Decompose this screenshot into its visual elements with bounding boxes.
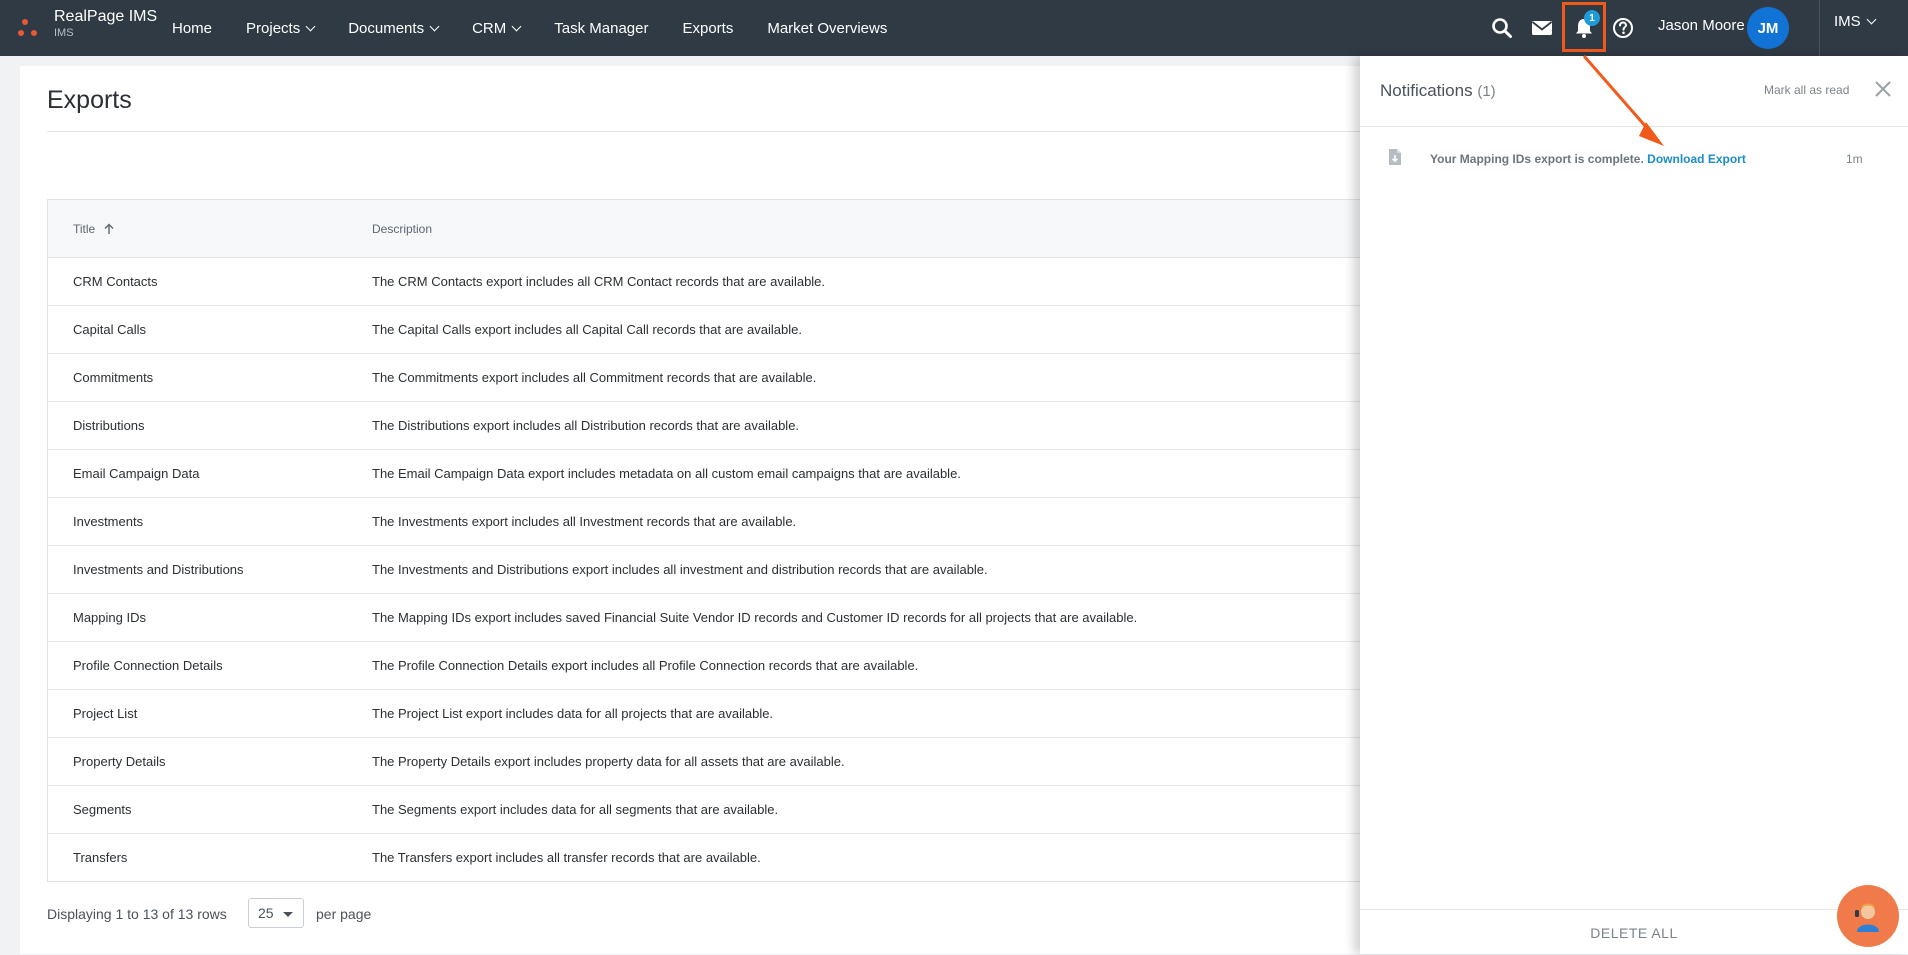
row-title: Transfers — [73, 850, 128, 865]
row-title: Profile Connection Details — [73, 658, 223, 673]
nav-item-task-manager[interactable]: Task Manager — [554, 20, 648, 37]
notification-message: Your Mapping IDs export is complete. Dow… — [1430, 152, 1746, 166]
brand-subtitle: IMS — [54, 27, 74, 39]
notifications-panel: Notifications (1) Mark all as read Your … — [1360, 56, 1908, 954]
row-title: Commitments — [73, 370, 154, 385]
row-description: The Mapping IDs export includes saved Fi… — [372, 610, 1138, 625]
per-page-label: per page — [316, 906, 372, 922]
row-description: The Capital Calls export includes all Ca… — [372, 322, 802, 337]
brand-name: RealPage IMS — [54, 8, 158, 25]
chevron-down-icon — [1866, 14, 1877, 25]
notifications-footer: DELETE ALL — [1360, 909, 1908, 955]
chevron-down-icon — [305, 21, 316, 31]
download-export-link[interactable]: Download Export — [1647, 152, 1746, 166]
search-button[interactable] — [1488, 14, 1516, 42]
row-title: Project List — [73, 706, 138, 721]
nav-item-projects[interactable]: Projects — [246, 20, 316, 37]
row-description: The Distributions export includes all Di… — [372, 418, 800, 433]
per-page-value: 25 — [258, 905, 274, 921]
page-title: Exports — [47, 86, 132, 114]
row-title: Property Details — [73, 754, 166, 769]
table-row[interactable]: Property Details The Property Details exp… — [48, 738, 1421, 786]
chevron-down-icon — [511, 21, 522, 31]
row-title: Email Campaign Data — [73, 466, 200, 481]
row-title: Distributions — [73, 418, 145, 433]
avatar[interactable]: JM — [1747, 7, 1789, 49]
table-row[interactable]: Segments The Segments export includes dat… — [48, 786, 1421, 834]
row-title: CRM Contacts — [73, 274, 158, 289]
table-row[interactable]: Distributions The Distributions export in… — [48, 402, 1421, 450]
nav-item-documents[interactable]: Documents — [348, 20, 440, 37]
close-panel-button[interactable] — [1872, 78, 1894, 100]
table-row[interactable]: Investments The Investments export includ… — [48, 498, 1421, 546]
row-title: Segments — [73, 802, 132, 817]
messages-button[interactable] — [1528, 14, 1556, 42]
pagination-summary: Displaying 1 to 13 of 13 rows — [47, 906, 227, 922]
annotation-arrow-icon — [1582, 55, 1664, 146]
nav-item-exports[interactable]: Exports — [682, 20, 733, 37]
table-row[interactable]: Email Campaign Data The Email Campaign Da… — [48, 450, 1421, 498]
brand-dots-icon — [18, 12, 48, 42]
row-title: Mapping IDs — [73, 610, 146, 625]
row-description: The CRM Contacts export includes all CRM… — [372, 274, 826, 289]
row-description: The Transfers export includes all transf… — [372, 850, 761, 865]
table-row[interactable]: Mapping IDs The Mapping IDs export includ… — [48, 594, 1421, 642]
table-row[interactable]: CRM Contacts The CRM Contacts export incl… — [48, 258, 1421, 306]
user-name[interactable]: Jason Moore — [1658, 17, 1745, 34]
table-header: Title Description — [48, 200, 1421, 258]
row-description: The Investments and Distributions export… — [372, 562, 988, 577]
table-row[interactable]: Commitments The Commitments export includ… — [48, 354, 1421, 402]
notifications-title: Notifications (1) — [1380, 81, 1496, 100]
column-header-title[interactable]: Title — [73, 222, 115, 236]
nav-item-crm[interactable]: CRM — [472, 20, 522, 37]
search-icon — [1492, 18, 1512, 38]
nav-divider — [1819, 0, 1820, 56]
row-title: Capital Calls — [73, 322, 146, 337]
row-description: The Email Campaign Data export includes … — [372, 466, 961, 481]
close-icon — [1875, 81, 1891, 97]
table-row[interactable]: Investments and Distributions The Investm… — [48, 546, 1421, 594]
delete-all-button[interactable]: DELETE ALL — [1360, 925, 1908, 941]
main-nav: Home Projects Documents CRM Task Manager… — [172, 0, 921, 56]
row-description: The Segments export includes data for al… — [372, 802, 779, 817]
question-circle-icon — [1613, 18, 1633, 38]
row-description: The Property Details export includes pro… — [372, 754, 845, 769]
column-header-description: Description — [372, 222, 433, 236]
top-nav: RealPage IMS IMS Home Projects Documents… — [0, 0, 1908, 56]
row-description: The Project List export includes data fo… — [372, 706, 774, 721]
table-row[interactable]: Capital Calls The Capital Calls export in… — [48, 306, 1421, 354]
notification-count-badge: 1 — [1584, 10, 1600, 26]
file-download-icon — [1389, 149, 1401, 165]
mark-all-read-link[interactable]: Mark all as read — [1764, 83, 1849, 97]
nav-item-home[interactable]: Home — [172, 20, 212, 37]
notification-time: 1m — [1846, 152, 1863, 166]
title-divider — [47, 131, 1420, 132]
caret-down-icon — [283, 912, 293, 917]
row-description: The Profile Connection Details export in… — [372, 658, 919, 673]
chat-help-button[interactable] — [1837, 885, 1899, 947]
mail-icon — [1531, 21, 1553, 35]
help-button[interactable] — [1609, 14, 1637, 42]
sort-ascending-icon — [104, 223, 114, 234]
app-switcher[interactable]: IMS — [1834, 13, 1877, 30]
notifications-count: (1) — [1477, 83, 1496, 100]
table-row[interactable]: Project List The Project List export incl… — [48, 690, 1421, 738]
per-page-select[interactable]: 25 — [248, 898, 304, 928]
nav-item-market-overviews[interactable]: Market Overviews — [767, 20, 887, 37]
row-title: Investments — [73, 514, 144, 529]
row-description: The Commitments export includes all Comm… — [372, 370, 817, 385]
exports-table: Title Description CRM Contacts The CRM Co… — [47, 199, 1421, 882]
brand-logo[interactable]: RealPage IMS IMS — [18, 8, 157, 42]
row-title: Investments and Distributions — [73, 562, 244, 577]
support-agent-icon — [1855, 903, 1879, 932]
table-row[interactable]: Transfers The Transfers export includes a… — [48, 834, 1421, 881]
row-description: The Investments export includes all Inve… — [372, 514, 797, 529]
table-row[interactable]: Profile Connection Details The Profile Co… — [48, 642, 1421, 690]
chevron-down-icon — [429, 21, 440, 31]
